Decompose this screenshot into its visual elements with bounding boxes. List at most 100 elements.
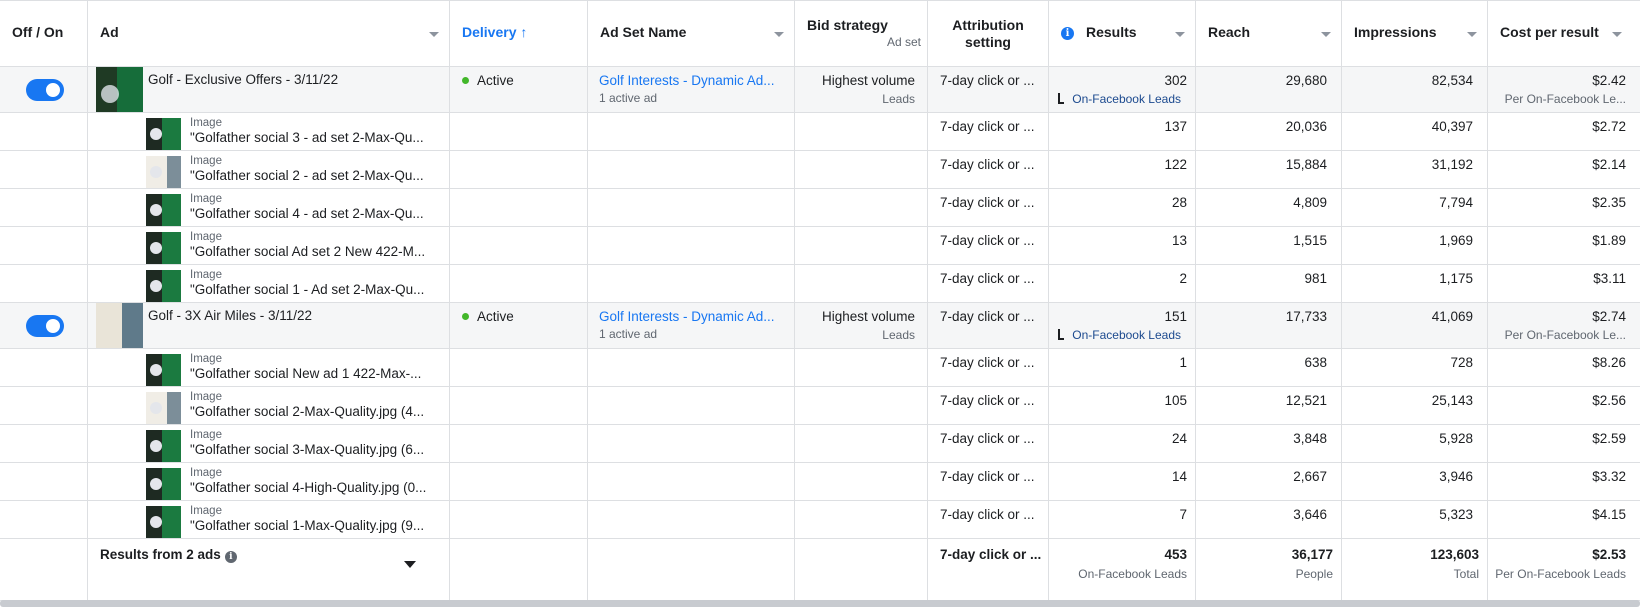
reach-value: 4,809 [1293,195,1327,210]
bid-sub: Leads [882,92,915,106]
attribution-cell: 7-day click or ... [928,463,1049,500]
ad-name[interactable]: "Golfather social 2 - ad set 2-Max-Qu... [190,168,424,183]
ad-name[interactable]: "Golfather social 3-Max-Quality.jpg (6..… [190,442,424,457]
impressions-value: 5,928 [1439,431,1473,446]
reach-value: 2,667 [1293,469,1327,484]
ad-name[interactable]: "Golfather social 2-Max-Quality.jpg (4..… [190,404,424,419]
bid-strategy: Highest volume [821,309,915,324]
info-icon[interactable]: i [224,551,237,563]
col-reach[interactable]: Reach [1196,1,1342,66]
ad-name[interactable]: "Golfather social 4 - ad set 2-Max-Qu... [190,206,424,221]
table-row[interactable]: Image "Golfather social 3-Max-Quality.jpg… [0,425,1640,463]
ad-name[interactable]: "Golfather social New ad 1 422-Max-... [190,366,421,381]
adset-row[interactable]: Golf - 3X Air Miles - 3/11/22 Active Gol… [0,303,1640,349]
ad-name[interactable]: "Golfather social 3 - ad set 2-Max-Qu... [190,130,424,145]
reach-value: 20,036 [1285,119,1327,134]
reach-cell: 20,036 [1196,113,1342,150]
reach-cell: 17,733 [1196,303,1342,348]
reach-cell: 981 [1196,265,1342,302]
attribution-value: 7-day click or ... [940,393,1035,408]
col-impressions[interactable]: Impressions [1342,1,1488,66]
attribution-value: 7-day click or ... [940,309,1035,324]
col-ad[interactable]: Ad [88,1,450,66]
impressions-value: 25,143 [1431,393,1473,408]
cost-value: $8.26 [1592,355,1626,370]
cost-sub: Per On-Facebook Le... [1504,328,1626,342]
row-empty [795,425,928,462]
lead-icon [1058,93,1065,104]
impressions-cell: 25,143 [1342,387,1488,424]
ad-thumbnail [146,392,181,424]
row-empty [0,189,88,226]
caret-down-icon[interactable] [404,561,416,568]
ad-name[interactable]: Golf - Exclusive Offers - 3/11/22 [148,72,338,87]
reach-value: 29,680 [1285,73,1327,88]
cost-cell: $2.72 [1488,113,1640,150]
cost-value: $4.15 [1592,507,1626,522]
col-reach-label: Reach [1208,24,1251,40]
cost-value: $2.56 [1592,393,1626,408]
ad-type: Image [190,467,222,479]
adset-toggle[interactable] [26,315,64,337]
ad-name[interactable]: "Golfather social 4-High-Quality.jpg (0.… [190,480,426,495]
chevron-down-icon[interactable] [1612,32,1622,37]
ad-name[interactable]: Golf - 3X Air Miles - 3/11/22 [148,308,312,323]
chevron-down-icon[interactable] [774,32,784,37]
col-delivery[interactable]: Delivery ↑ [450,1,588,66]
delivery-cell: Active [450,67,588,112]
row-empty [588,387,795,424]
summary-reach-sub: People [1295,567,1333,581]
ad-name[interactable]: "Golfather social 1-Max-Quality.jpg (9..… [190,518,424,533]
ad-name[interactable]: "Golfather social Ad set 2 New 422-M... [190,244,425,259]
ad-type: Image [190,117,222,129]
ad-set-link[interactable]: Golf Interests - Dynamic Ad... [599,73,775,88]
cost-value: $2.59 [1592,431,1626,446]
adset-toggle[interactable] [26,79,64,101]
impressions-cell: 3,946 [1342,463,1488,500]
results-sub[interactable]: On-Facebook Leads [1058,328,1181,342]
col-bid-strategy-label: Bid strategy [807,17,888,33]
col-cost-per-result[interactable]: Cost per result [1488,1,1640,66]
impressions-cell: 31,192 [1342,151,1488,188]
table-row[interactable]: Image "Golfather social 2 - ad set 2-Max-… [0,151,1640,189]
chevron-down-icon[interactable] [429,32,439,37]
chevron-down-icon[interactable] [1467,32,1477,37]
chevron-down-icon[interactable] [1175,32,1185,37]
row-empty [450,227,588,264]
results-cell: 7 [1049,501,1196,538]
table-row[interactable]: Image "Golfather social 4 - ad set 2-Max-… [0,189,1640,227]
cost-cell: $2.59 [1488,425,1640,462]
delivery-status: Active [462,309,514,324]
cost-sub: Per On-Facebook Le... [1504,92,1626,106]
col-ad-set-name[interactable]: Ad Set Name [588,1,795,66]
results-sub[interactable]: On-Facebook Leads [1058,92,1181,106]
col-bid-strategy[interactable]: Bid strategy Ad set [795,1,928,66]
table-row[interactable]: Image "Golfather social 1 - Ad set 2-Max-… [0,265,1640,303]
bid-cell: Highest volume Leads [795,303,928,348]
horizontal-scrollbar[interactable] [0,600,1640,607]
table-row[interactable]: Image "Golfather social 3 - ad set 2-Max-… [0,113,1640,151]
col-impressions-label: Impressions [1354,24,1437,40]
ad-cell: Image "Golfather social 3-Max-Quality.jpg… [88,425,450,462]
table-row[interactable]: Image "Golfather social 4-High-Quality.jp… [0,463,1640,501]
ad-name[interactable]: "Golfather social 1 - Ad set 2-Max-Qu... [190,282,424,297]
col-results[interactable]: i Results [1049,1,1196,66]
table-row[interactable]: Image "Golfather social New ad 1 422-Max-… [0,349,1640,387]
table-row[interactable]: Image "Golfather social 1-Max-Quality.jpg… [0,501,1640,539]
reach-value: 1,515 [1293,233,1327,248]
ad-type: Image [190,391,222,403]
adset-row[interactable]: Golf - Exclusive Offers - 3/11/22 Active… [0,67,1640,113]
ad-set-link[interactable]: Golf Interests - Dynamic Ad... [599,309,775,324]
info-icon[interactable]: i [1061,27,1074,40]
ad-cell: Image "Golfather social 4-High-Quality.jp… [88,463,450,500]
impressions-value: 1,969 [1439,233,1473,248]
lead-icon [1058,329,1065,340]
col-off-on[interactable]: Off / On [0,1,88,66]
col-attribution[interactable]: Attribution setting [928,1,1049,66]
ad-thumbnail [146,156,181,188]
ad-cell: Golf - Exclusive Offers - 3/11/22 [88,67,450,112]
table-row[interactable]: Image "Golfather social Ad set 2 New 422-… [0,227,1640,265]
chevron-down-icon[interactable] [1321,32,1331,37]
table-row[interactable]: Image "Golfather social 2-Max-Quality.jpg… [0,387,1640,425]
cost-value: $2.42 [1592,73,1626,88]
